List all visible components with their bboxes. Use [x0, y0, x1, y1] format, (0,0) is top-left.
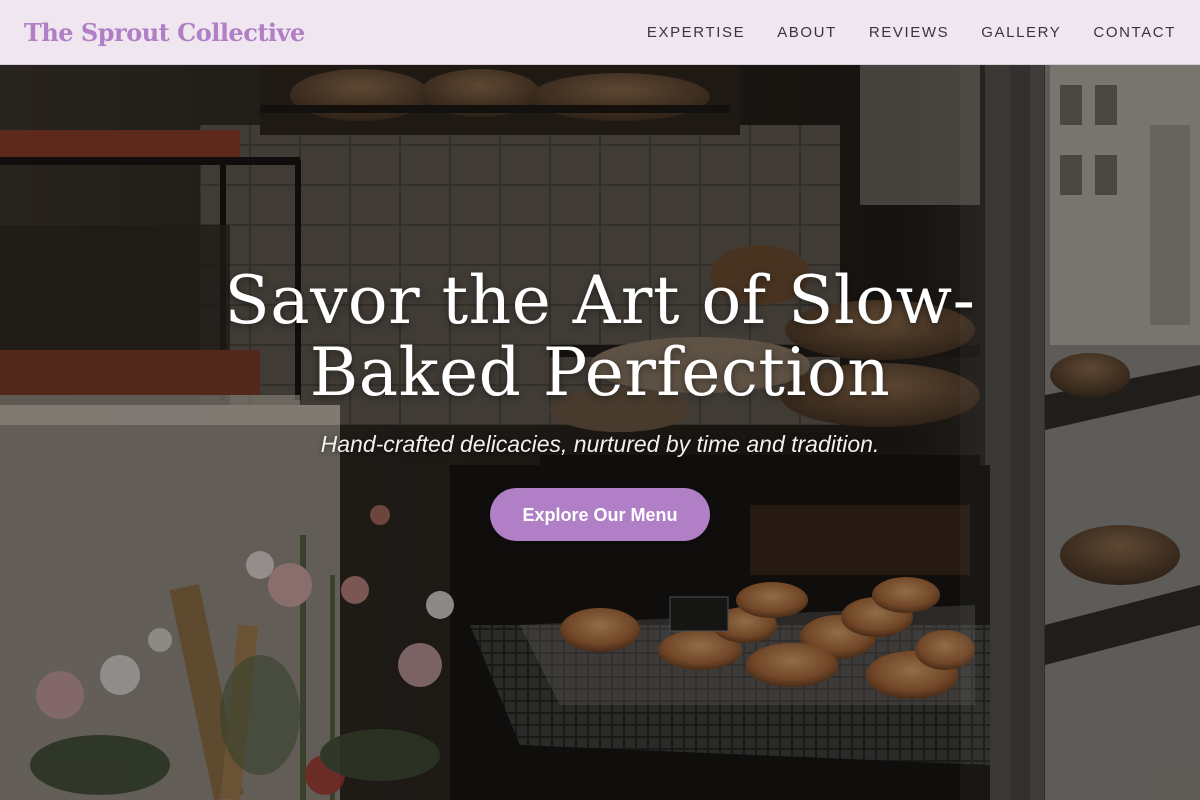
- site-header: The Sprout Collective EXPERTISE ABOUT RE…: [0, 0, 1200, 65]
- nav-link-reviews[interactable]: REVIEWS: [869, 24, 949, 41]
- nav-link-contact[interactable]: CONTACT: [1093, 24, 1176, 41]
- brand-logo-link[interactable]: The Sprout Collective: [24, 18, 305, 47]
- explore-menu-button[interactable]: Explore Our Menu: [490, 488, 710, 541]
- hero-section: Savor the Art of Slow-Baked Perfection H…: [0, 65, 1200, 800]
- nav-link-about[interactable]: ABOUT: [777, 24, 837, 41]
- nav-link-gallery[interactable]: GALLERY: [981, 24, 1061, 41]
- main-nav: EXPERTISE ABOUT REVIEWS GALLERY CONTACT: [647, 24, 1176, 41]
- hero-content: Savor the Art of Slow-Baked Perfection H…: [0, 265, 1200, 541]
- hero-subtitle: Hand-crafted delicacies, nurtured by tim…: [320, 431, 880, 457]
- hero-title: Savor the Art of Slow-Baked Perfection: [224, 262, 976, 411]
- nav-link-expertise[interactable]: EXPERTISE: [647, 24, 745, 41]
- page: The Sprout Collective EXPERTISE ABOUT RE…: [0, 0, 1200, 800]
